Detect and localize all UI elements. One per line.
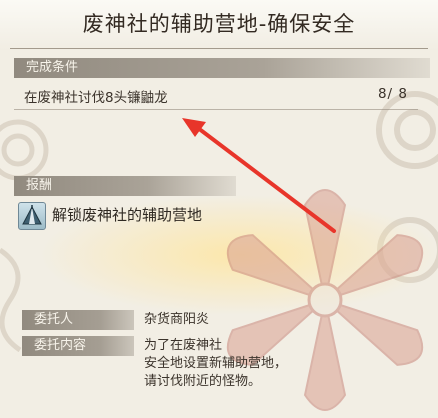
annotation-arrow-icon — [182, 118, 336, 233]
